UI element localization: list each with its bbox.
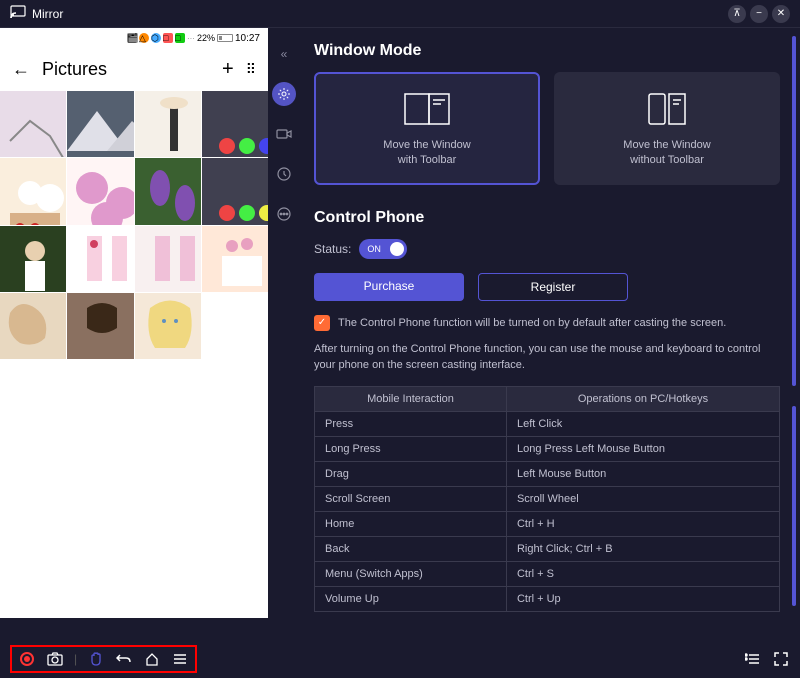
history-icon[interactable] [272,162,296,186]
window-mode-heading: Window Mode [314,42,780,60]
description-text: After turning on the Control Phone funct… [314,341,780,374]
gallery-thumb[interactable] [202,91,268,157]
add-icon[interactable]: + [222,58,234,81]
home-icon[interactable] [143,650,161,668]
window-toolbar-icon [326,88,528,130]
scrollbar-bottom[interactable] [792,406,796,606]
side-toolbar: « [268,28,300,618]
main-area: 🗂 △ ⬡ □ □ ··· 22% 10:27 ← Pictures + ⠿ [0,28,800,618]
gallery-thumb[interactable] [67,293,133,359]
more-icon[interactable] [272,202,296,226]
gallery-thumb[interactable] [0,226,66,292]
titlebar-left: Mirror [10,5,63,22]
checkbox-label: The Control Phone function will be turne… [338,317,726,329]
control-phone-heading: Control Phone [314,209,780,227]
fullscreen-icon[interactable] [772,650,790,668]
control-phone-toggle[interactable]: ON [359,239,407,259]
table-row: HomeCtrl + H [315,511,780,536]
table-header-2: Operations on PC/Hotkeys [506,386,779,411]
scrollbar-top[interactable] [792,36,796,386]
close-button[interactable]: ✕ [772,5,790,23]
phone-status-bar: 🗂 △ ⬡ □ □ ··· 22% 10:27 [0,28,268,48]
default-on-checkbox[interactable]: ✓ [314,315,330,331]
toggle-knob [390,242,404,256]
status-label: Status: [314,242,351,256]
back-arrow-icon[interactable]: ← [12,59,30,80]
bottom-left-controls: | [10,645,197,673]
register-button[interactable]: Register [478,273,628,301]
window-notoolbar-icon [566,88,768,130]
mode-without-toolbar[interactable]: Move the Windowwithout Toolbar [554,72,780,185]
grid-icon[interactable]: ⠿ [246,61,256,78]
hand-icon[interactable] [87,650,105,668]
gallery-thumb[interactable] [135,158,201,224]
collapse-icon[interactable]: « [272,42,296,66]
bottom-bar: | [0,640,800,678]
settings-icon[interactable] [272,82,296,106]
phone-header: ← Pictures + ⠿ [0,48,268,91]
default-on-checkbox-row: ✓ The Control Phone function will be tur… [314,315,780,331]
content-area: Window Mode Move the Windowwith Toolbar … [300,28,800,618]
table-row: DragLeft Mouse Button [315,461,780,486]
table-header-1: Mobile Interaction [315,386,507,411]
record-icon[interactable] [272,122,296,146]
app-title: Mirror [32,7,63,21]
phone-mirror-panel: 🗂 △ ⬡ □ □ ··· 22% 10:27 ← Pictures + ⠿ [0,28,268,618]
list-icon[interactable] [744,650,762,668]
hotkeys-table: Mobile Interaction Operations on PC/Hotk… [314,386,780,612]
minimize-button[interactable]: − [750,5,768,23]
gallery-thumb[interactable] [67,158,133,224]
gallery-thumb[interactable] [67,91,133,157]
gallery-thumb[interactable] [202,226,268,292]
purchase-button[interactable]: Purchase [314,273,464,301]
table-row: PressLeft Click [315,411,780,436]
table-row: Long PressLong Press Left Mouse Button [315,436,780,461]
gallery-thumb[interactable] [135,226,201,292]
gallery-thumb[interactable] [0,293,66,359]
table-row: Volume UpCtrl + Up [315,586,780,611]
photo-gallery [0,91,268,359]
camera-icon[interactable] [46,650,64,668]
time-text: 10:27 [235,33,260,44]
undo-icon[interactable] [115,650,133,668]
phone-page-title: Pictures [42,59,107,80]
status-row: Status: ON [314,239,780,259]
titlebar-controls: ⊼ − ✕ [728,5,790,23]
record-button[interactable] [18,650,36,668]
table-row: BackRight Click; Ctrl + B [315,536,780,561]
gallery-thumb[interactable] [0,158,66,224]
table-row: Scroll ScreenScroll Wheel [315,486,780,511]
gallery-thumb[interactable] [135,293,201,359]
battery-text: 22% [197,33,215,43]
bottom-right-controls [744,650,790,668]
mode-with-toolbar[interactable]: Move the Windowwith Toolbar [314,72,540,185]
menu-icon[interactable] [171,650,189,668]
window-mode-options: Move the Windowwith Toolbar Move the Win… [314,72,780,185]
action-buttons: Purchase Register [314,273,780,301]
titlebar: Mirror ⊼ − ✕ [0,0,800,28]
gallery-thumb[interactable] [67,226,133,292]
gallery-thumb[interactable] [0,91,66,157]
gallery-thumb[interactable] [135,91,201,157]
cast-icon [10,5,26,22]
gallery-thumb[interactable] [202,158,268,224]
table-row: Menu (Switch Apps)Ctrl + S [315,561,780,586]
pin-button[interactable]: ⊼ [728,5,746,23]
